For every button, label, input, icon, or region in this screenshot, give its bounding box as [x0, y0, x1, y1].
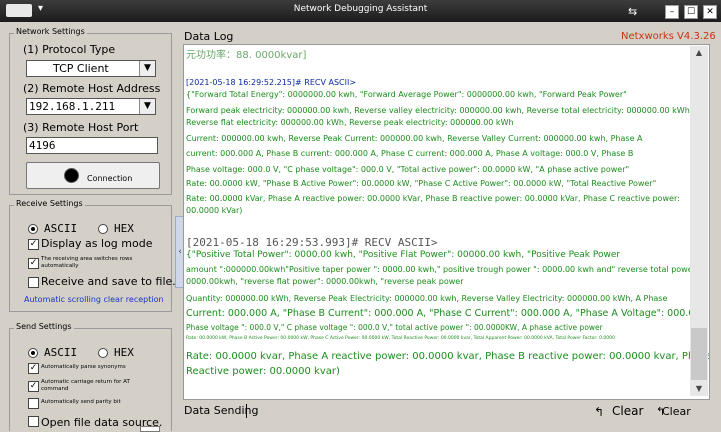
- open-file-checkbox[interactable]: [28, 416, 39, 427]
- text-cursor: [246, 404, 247, 418]
- network-settings-title: Network Settings: [14, 27, 87, 36]
- parse-synonyms-checkbox[interactable]: ✓: [28, 363, 39, 374]
- port-input[interactable]: 4196: [26, 137, 158, 154]
- send-settings-title: Send Settings: [14, 322, 74, 331]
- log-timestamp: [2021-05-18 16:29:53.993]# RECV ASCII>: [186, 236, 438, 249]
- display-log-label: Display as log mode: [41, 237, 153, 250]
- scroll-clear-link[interactable]: Automatic scrolling clear reception: [24, 295, 164, 304]
- data-log-area[interactable]: 元功功率：88. 0000kvar] [2021-05-18 16:29:52.…: [183, 44, 710, 400]
- log-line: Rate: 00.0000 kVar, Phase A reactive pow…: [186, 194, 680, 203]
- log-line: Phase voltage ": 000.0 V," C phase volta…: [186, 323, 603, 332]
- connect-button[interactable]: Connection: [26, 162, 160, 189]
- host-value: 192.168.1.211: [29, 100, 116, 113]
- send-ascii-radio[interactable]: [28, 348, 38, 358]
- log-line: Rate: 00.0000 kW, Phase B Active Power: …: [186, 336, 615, 341]
- minimize-button[interactable]: –: [665, 5, 679, 19]
- send-hex-radio[interactable]: [98, 348, 108, 358]
- receive-ascii-radio[interactable]: [28, 224, 38, 234]
- connect-label: Connection: [87, 174, 133, 183]
- scroll-up-icon[interactable]: ▲: [690, 48, 708, 57]
- log-line: Quantity: 000000.00 kWh, Reverse Peak El…: [186, 294, 668, 303]
- log-timestamp: [2021-05-18 16:29:52.215]# RECV ASCII>: [186, 78, 357, 87]
- log-line: 元功功率：88. 0000kvar]: [186, 50, 307, 61]
- display-log-checkbox[interactable]: ✓: [28, 239, 39, 250]
- title-bar: ▾ Network Debugging Assistant ⇆ – ☐ ✕: [0, 0, 721, 22]
- carriage-return-label: Automatic carriage return for AT command: [41, 379, 130, 392]
- log-scrollbar[interactable]: ▲ ▼: [690, 46, 708, 396]
- auto-switch-label: The receiving area switches rows automat…: [41, 256, 133, 269]
- parity-label: Automatically send parity bit: [41, 399, 121, 405]
- parity-checkbox[interactable]: [28, 398, 39, 409]
- log-line: {"Forward Total Energy": 0000000.00 kwh,…: [186, 90, 627, 99]
- receive-ascii-label: ASCII: [44, 222, 78, 235]
- maximize-button[interactable]: ☐: [684, 5, 698, 19]
- log-line: Current: 000.000 A, "Phase B Current": 0…: [186, 308, 710, 319]
- host-label: (2) Remote Host Address: [23, 82, 161, 95]
- receive-settings-title: Receive Settings: [14, 199, 85, 208]
- carriage-return-checkbox[interactable]: ✓: [28, 381, 39, 392]
- send-ascii-label: ASCII: [44, 346, 78, 359]
- log-line: 0000.00kwh, "reverse flat power": 0000.0…: [186, 277, 464, 286]
- log-line: Reverse flat electricity: 000000.00 kWh,…: [186, 118, 514, 127]
- log-line: 00.0000 kVar): [186, 206, 243, 215]
- parse-synonyms-label: Automatically parse synonyms: [41, 364, 126, 370]
- log-line: {"Positive Total Power": 0000.00 kwh, "P…: [186, 250, 621, 260]
- close-button[interactable]: ✕: [703, 5, 717, 19]
- connection-status-icon: [64, 168, 79, 183]
- protocol-select[interactable]: TCP Client ▼: [26, 60, 156, 77]
- log-line: Phase voltage: 000.0 V, "C phase voltage…: [186, 165, 630, 174]
- data-log-tab[interactable]: Data Log: [184, 30, 233, 43]
- log-line: Rate: 00.0000 kW, "Phase B Active Power"…: [186, 179, 657, 188]
- protocol-value: TCP Client: [53, 62, 109, 75]
- send-hex-label: HEX: [114, 346, 134, 359]
- scroll-thumb[interactable]: [691, 328, 707, 380]
- receive-hex-radio[interactable]: [98, 224, 108, 234]
- host-address-input[interactable]: 192.168.1.211 ▼: [26, 98, 156, 115]
- clear-icon[interactable]: ↰: [594, 405, 604, 419]
- window-title: Network Debugging Assistant: [293, 4, 428, 14]
- scroll-down-icon[interactable]: ▼: [690, 384, 708, 393]
- log-line: Rate: 00.0000 kvar, Phase A reactive pow…: [186, 351, 710, 362]
- log-line: amount ":000000.00kwh"Positive taper pow…: [186, 265, 708, 274]
- open-file-button[interactable]: [140, 426, 160, 432]
- port-label: (3) Remote Host Port: [23, 121, 139, 134]
- receive-hex-label: HEX: [114, 222, 134, 235]
- chevron-down-icon[interactable]: ▼: [139, 99, 155, 114]
- clear-log-button[interactable]: Clear: [612, 404, 643, 418]
- log-line: Reactive power: 00.0000 kvar): [186, 366, 340, 377]
- save-file-label: Receive and save to file...: [41, 275, 183, 288]
- log-line: current: 000.000 A, Phase B current: 000…: [186, 149, 634, 158]
- protocol-label: (1) Protocol Type: [23, 43, 116, 56]
- save-file-checkbox[interactable]: [28, 277, 39, 288]
- log-line: Forward peak electricity: 000000.00 kwh,…: [186, 106, 693, 115]
- version-brand: Netxworks V4.3.26: [621, 31, 716, 42]
- auto-switch-checkbox[interactable]: ✓: [28, 258, 39, 269]
- log-line: Current: 000000.00 kwh, Reverse Peak Cur…: [186, 134, 643, 143]
- data-sending-tab[interactable]: Data Sending: [184, 404, 258, 417]
- chevron-down-icon[interactable]: ▼: [139, 61, 155, 76]
- pin-icon[interactable]: ⇆: [628, 5, 637, 18]
- clear-send-button[interactable]: Clear: [662, 405, 691, 418]
